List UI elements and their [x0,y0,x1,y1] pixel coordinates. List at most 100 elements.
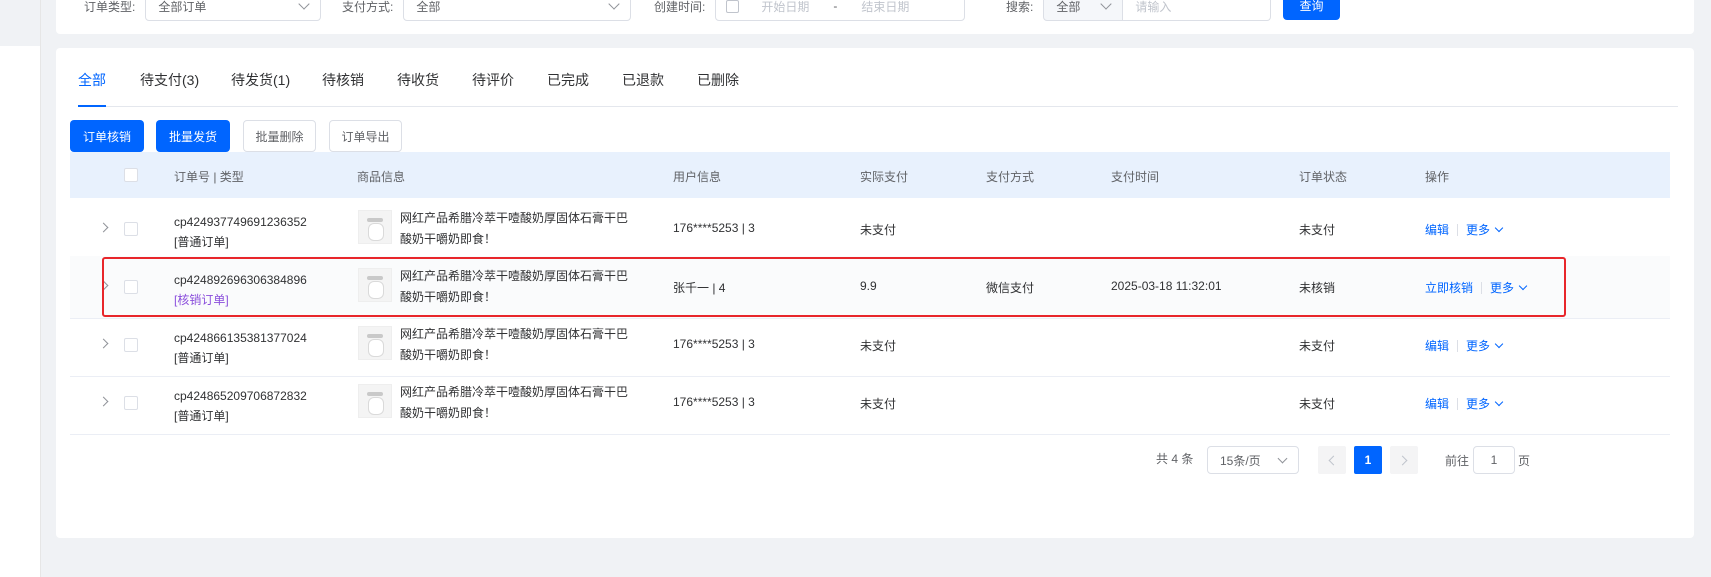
product-thumbnail [358,326,392,360]
expand-row-icon[interactable] [98,396,109,407]
order-status: 未核销 [1299,281,1336,295]
paid-amount: 9.9 [860,279,877,293]
row-checkbox[interactable] [124,222,138,236]
tab-deleted[interactable]: 已删除 [697,70,739,90]
tab-pending-shipment[interactable]: 待发货(1) [231,70,290,90]
tab-pending-receipt[interactable]: 待收货 [397,70,439,90]
date-separator: - [833,0,838,13]
search-scope-value: 全部 [1056,0,1081,14]
tab-completed[interactable]: 已完成 [547,70,589,90]
page-size-value: 15条/页 [1220,453,1261,468]
start-date-placeholder: 开始日期 [761,0,810,14]
prev-page-button[interactable] [1318,446,1346,474]
chevron-left-icon [1328,455,1339,465]
batch-delete-button[interactable]: 批量删除 [243,120,316,152]
more-dropdown[interactable]: 更多 [1466,221,1490,238]
batch-ship-button[interactable]: 批量发货 [156,120,230,152]
goods-name: 网红产品希腊冷萃干噎酸奶厚固体石膏干巴酸奶干嚼奶即食！ [400,211,629,246]
end-date-placeholder: 结束日期 [861,0,910,14]
table-row: cp424937749691236352 [普通订单] 网红产品希腊冷萃干噎酸奶… [70,198,1670,261]
goods-name: 网红产品希腊冷萃干噎酸奶厚固体石膏干巴酸奶干嚼奶即食！ [400,327,629,362]
search-input[interactable]: 请输入 [1123,0,1272,21]
order-type-value: 全部订单 [158,0,207,14]
user-info: 176****5253 | 3 [673,221,755,235]
row-checkbox[interactable] [124,338,138,352]
search-scope-select[interactable]: 全部 [1043,0,1124,21]
product-thumbnail [358,384,392,418]
sidebar-active-item[interactable] [0,0,40,46]
order-number: cp424866135381377024 [174,331,307,345]
order-export-button[interactable]: 订单导出 [329,120,402,152]
edit-link[interactable]: 编辑 [1425,337,1449,354]
order-type: [普通订单] [174,351,229,365]
row-operations: 编辑 更多 [1425,395,1504,412]
table-row: cp424866135381377024 [普通订单] 网红产品希腊冷萃干噎酸奶… [70,314,1670,377]
header-method: 支付方式 [986,170,1035,184]
pay-method-select[interactable]: 全部 [403,0,632,21]
paid-amount: 未支付 [860,339,897,353]
order-type: [普通订单] [174,235,229,249]
expand-row-icon[interactable] [98,280,109,291]
chevron-right-icon [1397,455,1408,465]
order-cell: cp424866135381377024 [普通订单] [174,328,307,368]
tab-all[interactable]: 全部 [78,70,106,90]
chevron-down-icon [1494,397,1504,406]
row-operations: 立即核销 更多 [1425,279,1528,296]
pagination-total: 共 4 条 [1156,451,1194,466]
more-dropdown[interactable]: 更多 [1466,395,1490,412]
user-info: 张千一 | 4 [673,281,726,295]
order-status: 未支付 [1299,397,1336,411]
goto-label: 前往 [1445,454,1470,468]
order-verify-button[interactable]: 订单核销 [70,120,144,152]
more-dropdown[interactable]: 更多 [1466,337,1490,354]
tab-pending-payment[interactable]: 待支付(3) [140,70,199,90]
edit-link[interactable]: 编辑 [1425,221,1449,238]
header-goods: 商品信息 [357,170,406,184]
page-number-current[interactable]: 1 [1354,446,1382,474]
active-tab-indicator [78,105,106,107]
sidebar [0,0,41,577]
search-label: 搜索: [1006,0,1034,14]
date-range-picker[interactable]: 开始日期 - 结束日期 [715,0,966,21]
created-time-label: 创建时间: [654,0,706,14]
chevron-down-icon [1518,281,1528,290]
header-status: 订单状态 [1299,170,1348,184]
order-number: cp424865209706872832 [174,389,307,403]
tab-refunded[interactable]: 已退款 [622,70,664,90]
product-thumbnail [358,268,392,302]
header-user: 用户信息 [673,170,722,184]
order-type-label: 订单类型: [84,0,136,14]
expand-row-icon[interactable] [98,222,109,233]
table-row: cp424892696306384896 [核销订单] 网红产品希腊冷萃干噎酸奶… [70,256,1670,319]
tab-pending-verify[interactable]: 待核销 [322,70,364,90]
created-time-filter: 创建时间: 开始日期 - 结束日期 [654,0,966,22]
chevron-down-icon [1100,0,1113,10]
header-order: 订单号 | 类型 [174,170,244,184]
user-info: 176****5253 | 3 [673,337,755,351]
row-checkbox[interactable] [124,280,138,294]
select-all-checkbox[interactable] [124,168,138,182]
chevron-down-icon [1277,453,1288,463]
more-dropdown[interactable]: 更多 [1490,279,1514,296]
next-page-button[interactable] [1390,446,1418,474]
verify-now-link[interactable]: 立即核销 [1425,279,1473,296]
pay-method-label: 支付方式: [342,0,394,14]
search-filter: 搜索: 全部 请输入 [1006,0,1272,22]
pay-method-filter: 支付方式: 全部 [342,0,632,22]
chevron-down-icon [1494,339,1504,348]
tab-pending-review[interactable]: 待评价 [472,70,514,90]
calendar-icon [726,0,740,13]
expand-row-icon[interactable] [98,338,109,349]
order-type-select[interactable]: 全部订单 [145,0,322,21]
pay-method-value: 全部 [416,0,441,14]
order-cell: cp424865209706872832 [普通订单] [174,386,307,426]
page-size-select[interactable]: 15条/页 [1207,446,1299,474]
query-button[interactable]: 查询 [1283,0,1340,20]
table-row: cp424865209706872832 [普通订单] 网红产品希腊冷萃干噎酸奶… [70,372,1670,435]
order-cell: cp424937749691236352 [普通订单] [174,212,307,252]
header-paid: 实际支付 [860,170,909,184]
goto-page-input[interactable]: 1 [1473,446,1515,474]
page-suffix: 页 [1518,454,1531,468]
row-checkbox[interactable] [124,396,138,410]
edit-link[interactable]: 编辑 [1425,395,1449,412]
